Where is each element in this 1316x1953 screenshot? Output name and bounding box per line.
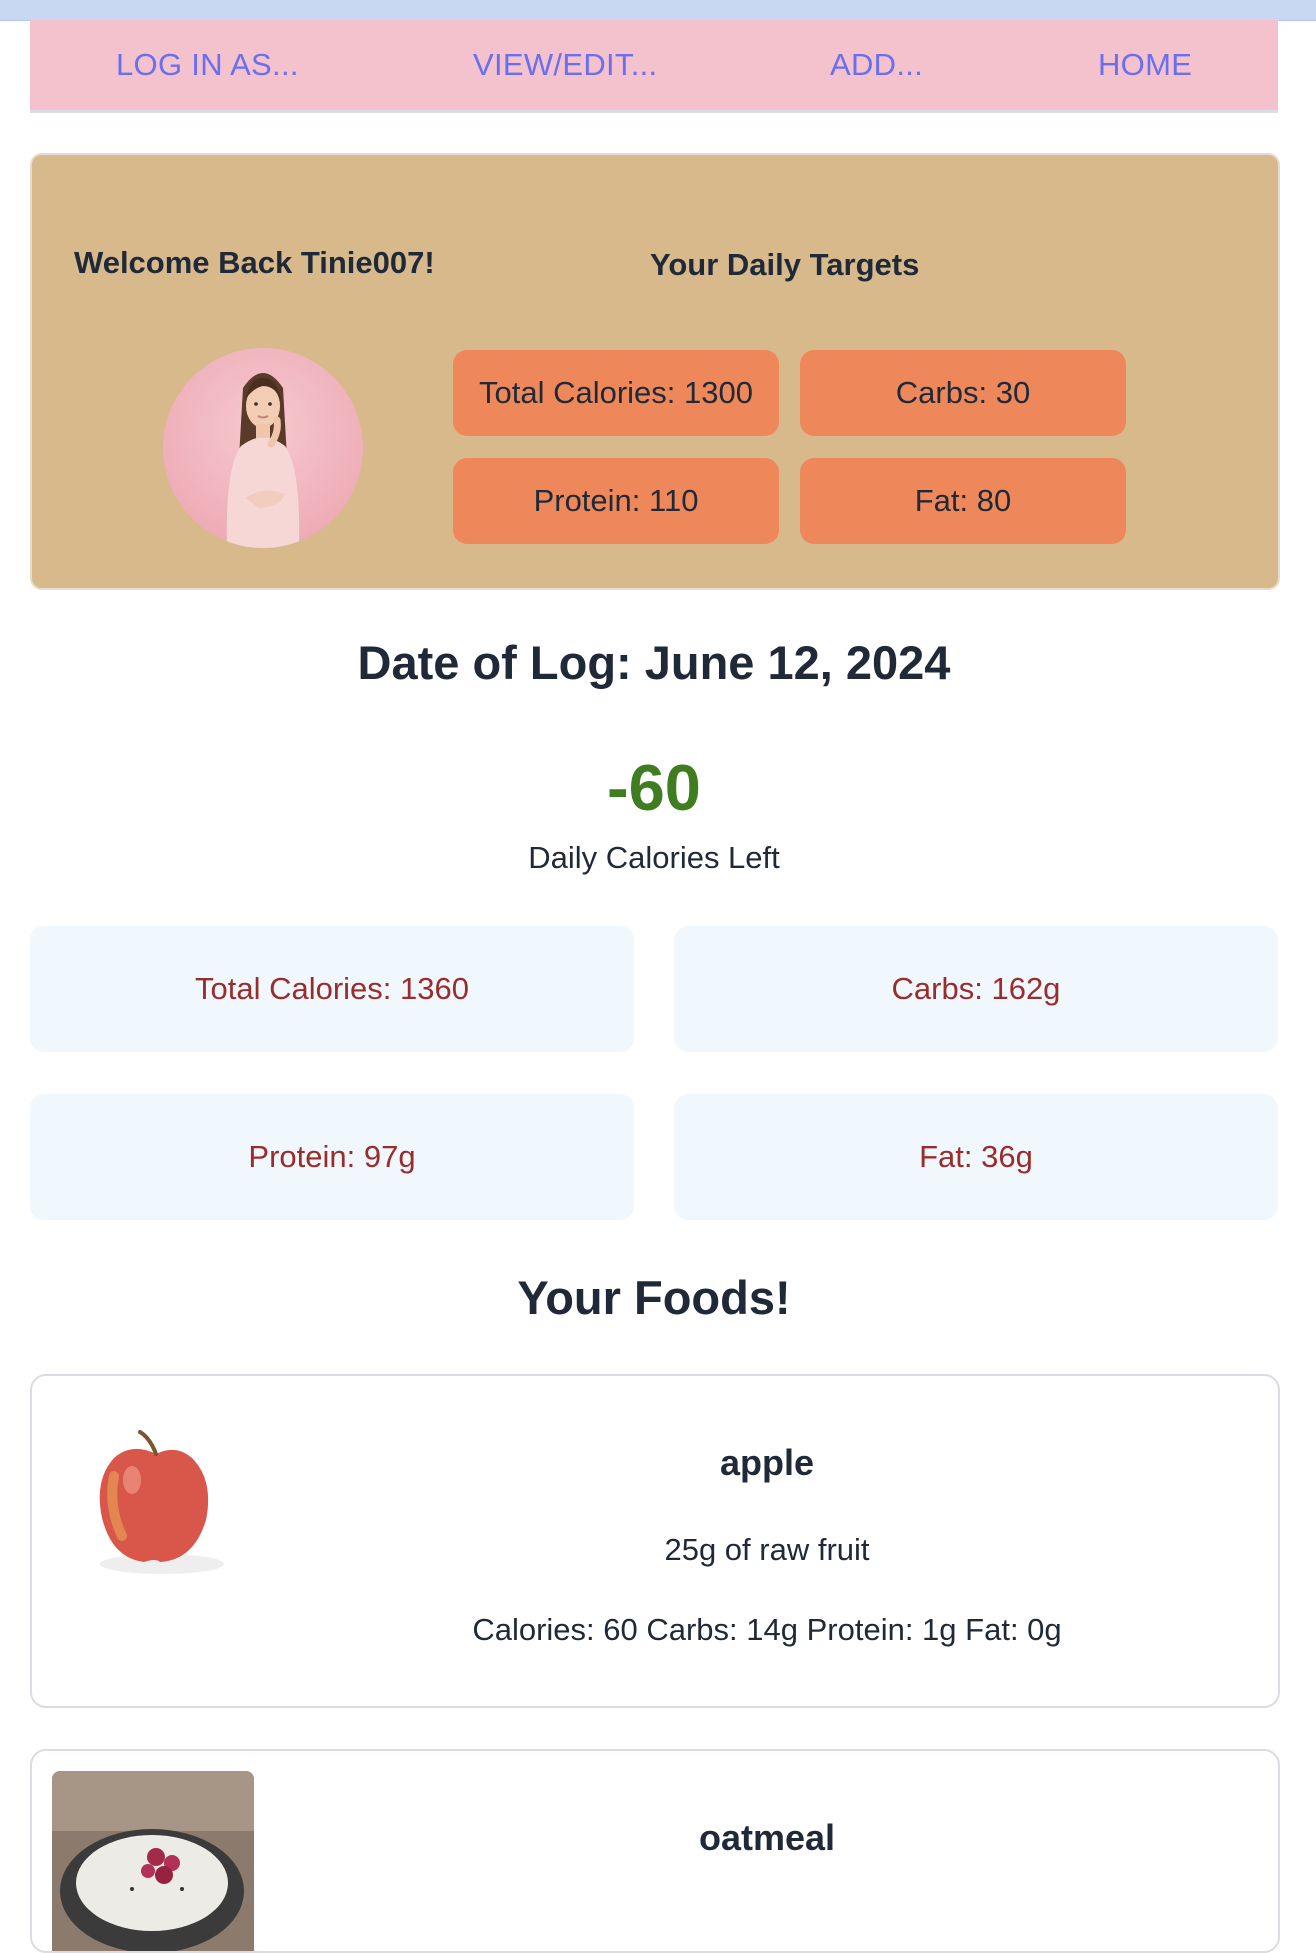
profile-card: Welcome Back Tinie007! Your Daily Target… bbox=[30, 153, 1280, 590]
apple-icon bbox=[52, 1396, 254, 1598]
food-macros: Calories: 60 Carbs: 14g Protein: 1g Fat:… bbox=[472, 1612, 1062, 1647]
total-calories-stat: Total Calories: 1360 bbox=[30, 926, 634, 1052]
food-name: apple bbox=[719, 1442, 815, 1483]
protein-stat: Protein: 97g bbox=[30, 1094, 634, 1220]
foods-heading: Your Foods! bbox=[517, 1271, 791, 1324]
apple-image bbox=[52, 1396, 254, 1598]
target-calories: Total Calories: 1300 bbox=[453, 350, 779, 436]
food-name: oatmeal bbox=[698, 1817, 836, 1858]
calories-left-label: Daily Calories Left bbox=[528, 840, 780, 875]
oatmeal-image bbox=[52, 1771, 254, 1951]
target-carbs: Carbs: 30 bbox=[800, 350, 1126, 436]
daily-targets-heading: Your Daily Targets bbox=[650, 247, 920, 282]
food-card[interactable]: oatmeal bbox=[30, 1749, 1280, 1953]
nav-add[interactable]: ADD... bbox=[830, 20, 923, 110]
calories-left-value: -60 bbox=[607, 751, 701, 824]
welcome-heading: Welcome Back Tinie007! bbox=[74, 245, 435, 280]
target-fat: Fat: 80 bbox=[800, 458, 1126, 544]
food-serving: 25g of raw fruit bbox=[664, 1532, 870, 1567]
carbs-stat: Carbs: 162g bbox=[674, 926, 1278, 1052]
user-avatar-icon bbox=[226, 373, 300, 548]
nav-log-in-as[interactable]: LOG IN AS... bbox=[116, 20, 299, 110]
fat-stat: Fat: 36g bbox=[674, 1094, 1278, 1220]
top-navbar: LOG IN AS... VIEW/EDIT... ADD... HOME bbox=[30, 20, 1278, 113]
target-protein: Protein: 110 bbox=[453, 458, 779, 544]
nav-view-edit[interactable]: VIEW/EDIT... bbox=[473, 20, 657, 110]
browser-top-strip bbox=[0, 0, 1316, 21]
food-card[interactable]: apple 25g of raw fruit Calories: 60 Carb… bbox=[30, 1374, 1280, 1708]
user-avatar bbox=[163, 348, 363, 548]
nav-home[interactable]: HOME bbox=[1098, 20, 1192, 110]
oatmeal-icon bbox=[52, 1771, 254, 1951]
log-date-heading: Date of Log: June 12, 2024 bbox=[357, 636, 951, 689]
